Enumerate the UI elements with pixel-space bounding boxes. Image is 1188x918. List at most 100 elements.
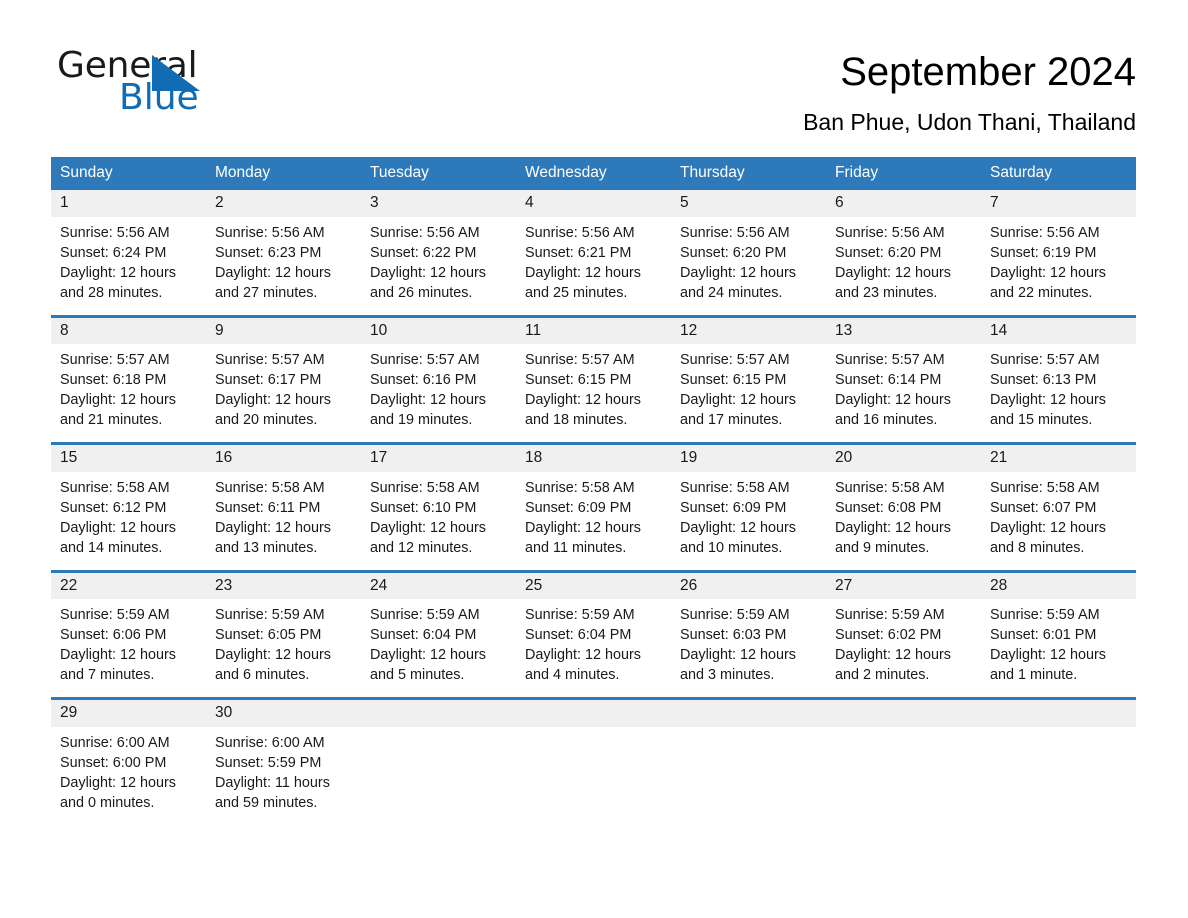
daylight-text-line1: Daylight: 12 hours bbox=[215, 519, 331, 536]
generalblue-logo[interactable]: General Blue bbox=[57, 48, 237, 120]
day-number[interactable]: 13 bbox=[826, 314, 981, 345]
day-cell[interactable]: Sunrise: 5:57 AM Sunset: 6:17 PM Dayligh… bbox=[206, 344, 361, 444]
day-number[interactable]: 1 bbox=[51, 190, 206, 217]
day-number[interactable]: 15 bbox=[51, 442, 206, 472]
day-number[interactable]: 8 bbox=[51, 314, 206, 345]
day-cell[interactable]: Sunrise: 5:57 AM Sunset: 6:13 PM Dayligh… bbox=[981, 344, 1136, 444]
daylight-text-line2: and 8 minutes. bbox=[990, 539, 1085, 556]
day-number[interactable]: 27 bbox=[826, 569, 981, 600]
daylight-text-line2: and 5 minutes. bbox=[370, 667, 465, 684]
day-cell[interactable]: Sunrise: 6:00 AM Sunset: 6:00 PM Dayligh… bbox=[51, 726, 206, 825]
day-cell[interactable]: Sunrise: 5:56 AM Sunset: 6:20 PM Dayligh… bbox=[671, 216, 826, 317]
day-number[interactable]: 2 bbox=[206, 190, 361, 217]
day-cell[interactable]: Sunrise: 5:56 AM Sunset: 6:24 PM Dayligh… bbox=[51, 216, 206, 317]
day-cell-empty bbox=[671, 726, 826, 825]
daylight-text-line1: Daylight: 11 hours bbox=[215, 774, 330, 791]
day-number[interactable]: 19 bbox=[671, 442, 826, 472]
day-number[interactable]: 22 bbox=[51, 569, 206, 600]
daylight-text-line1: Daylight: 12 hours bbox=[680, 392, 796, 409]
day-cell[interactable]: Sunrise: 5:59 AM Sunset: 6:01 PM Dayligh… bbox=[981, 599, 1136, 699]
day-cell[interactable]: Sunrise: 5:59 AM Sunset: 6:04 PM Dayligh… bbox=[361, 599, 516, 699]
week-info-row: Sunrise: 5:58 AM Sunset: 6:12 PM Dayligh… bbox=[51, 471, 1136, 572]
day-number[interactable]: 9 bbox=[206, 314, 361, 345]
day-cell[interactable]: Sunrise: 5:57 AM Sunset: 6:15 PM Dayligh… bbox=[671, 344, 826, 444]
daylight-text-line1: Daylight: 12 hours bbox=[680, 647, 796, 664]
day-number[interactable]: 16 bbox=[206, 442, 361, 472]
day-number[interactable]: 5 bbox=[671, 190, 826, 217]
sunset-text: Sunset: 6:09 PM bbox=[525, 499, 632, 516]
day-cell[interactable]: Sunrise: 5:59 AM Sunset: 6:06 PM Dayligh… bbox=[51, 599, 206, 699]
sunset-text: Sunset: 6:02 PM bbox=[835, 627, 942, 644]
day-number[interactable]: 28 bbox=[981, 569, 1136, 600]
daylight-text-line1: Daylight: 12 hours bbox=[525, 519, 641, 536]
day-number[interactable]: 24 bbox=[361, 569, 516, 600]
day-cell[interactable]: Sunrise: 6:00 AM Sunset: 5:59 PM Dayligh… bbox=[206, 726, 361, 825]
day-number[interactable]: 6 bbox=[826, 190, 981, 217]
day-cell[interactable]: Sunrise: 5:56 AM Sunset: 6:19 PM Dayligh… bbox=[981, 216, 1136, 317]
daylight-text-line1: Daylight: 12 hours bbox=[835, 647, 951, 664]
day-cell[interactable]: Sunrise: 5:57 AM Sunset: 6:14 PM Dayligh… bbox=[826, 344, 981, 444]
day-number[interactable]: 23 bbox=[206, 569, 361, 600]
day-cell[interactable]: Sunrise: 5:58 AM Sunset: 6:08 PM Dayligh… bbox=[826, 471, 981, 572]
sunset-text: Sunset: 6:14 PM bbox=[835, 372, 942, 389]
day-number[interactable]: 12 bbox=[671, 314, 826, 345]
daylight-text-line2: and 16 minutes. bbox=[835, 412, 938, 429]
daylight-text-line1: Daylight: 12 hours bbox=[525, 264, 641, 281]
sunrise-text: Sunrise: 5:58 AM bbox=[60, 479, 170, 496]
day-cell[interactable]: Sunrise: 5:56 AM Sunset: 6:22 PM Dayligh… bbox=[361, 216, 516, 317]
sunset-text: Sunset: 6:08 PM bbox=[835, 499, 942, 516]
day-cell[interactable]: Sunrise: 5:59 AM Sunset: 6:05 PM Dayligh… bbox=[206, 599, 361, 699]
sunset-text: Sunset: 6:00 PM bbox=[60, 754, 167, 771]
day-number[interactable]: 29 bbox=[51, 697, 206, 727]
sunset-text: Sunset: 6:10 PM bbox=[370, 499, 477, 516]
day-cell[interactable]: Sunrise: 5:56 AM Sunset: 6:21 PM Dayligh… bbox=[516, 216, 671, 317]
day-cell[interactable]: Sunrise: 5:58 AM Sunset: 6:10 PM Dayligh… bbox=[361, 471, 516, 572]
day-number[interactable]: 18 bbox=[516, 442, 671, 472]
day-cell[interactable]: Sunrise: 5:57 AM Sunset: 6:16 PM Dayligh… bbox=[361, 344, 516, 444]
sunrise-text: Sunrise: 5:57 AM bbox=[680, 352, 790, 369]
sunset-text: Sunset: 6:12 PM bbox=[60, 499, 167, 516]
daylight-text-line1: Daylight: 12 hours bbox=[215, 392, 331, 409]
day-number[interactable]: 11 bbox=[516, 314, 671, 345]
day-cell[interactable]: Sunrise: 5:56 AM Sunset: 6:23 PM Dayligh… bbox=[206, 216, 361, 317]
day-number[interactable]: 3 bbox=[361, 190, 516, 217]
day-cell[interactable]: Sunrise: 5:57 AM Sunset: 6:18 PM Dayligh… bbox=[51, 344, 206, 444]
day-number[interactable]: 21 bbox=[981, 442, 1136, 472]
day-number[interactable]: 7 bbox=[981, 190, 1136, 217]
day-number[interactable]: 14 bbox=[981, 314, 1136, 345]
week-info-row: Sunrise: 5:59 AM Sunset: 6:06 PM Dayligh… bbox=[51, 599, 1136, 699]
weekday-header-sunday: Sunday bbox=[51, 157, 206, 191]
day-cell[interactable]: Sunrise: 5:58 AM Sunset: 6:12 PM Dayligh… bbox=[51, 471, 206, 572]
day-number[interactable]: 25 bbox=[516, 569, 671, 600]
day-number[interactable]: 26 bbox=[671, 569, 826, 600]
day-cell[interactable]: Sunrise: 5:58 AM Sunset: 6:09 PM Dayligh… bbox=[516, 471, 671, 572]
day-cell[interactable]: Sunrise: 5:57 AM Sunset: 6:15 PM Dayligh… bbox=[516, 344, 671, 444]
sunrise-text: Sunrise: 5:57 AM bbox=[990, 352, 1100, 369]
day-cell[interactable]: Sunrise: 5:58 AM Sunset: 6:11 PM Dayligh… bbox=[206, 471, 361, 572]
day-number[interactable]: 30 bbox=[206, 697, 361, 727]
day-cell-empty bbox=[981, 726, 1136, 825]
day-cell[interactable]: Sunrise: 5:59 AM Sunset: 6:03 PM Dayligh… bbox=[671, 599, 826, 699]
day-cell[interactable]: Sunrise: 5:58 AM Sunset: 6:07 PM Dayligh… bbox=[981, 471, 1136, 572]
day-number[interactable]: 20 bbox=[826, 442, 981, 472]
day-cell[interactable]: Sunrise: 5:58 AM Sunset: 6:09 PM Dayligh… bbox=[671, 471, 826, 572]
day-cell[interactable]: Sunrise: 5:59 AM Sunset: 6:02 PM Dayligh… bbox=[826, 599, 981, 699]
week-daynum-row: 22 23 24 25 26 27 28 bbox=[51, 569, 1136, 600]
sunrise-text: Sunrise: 5:58 AM bbox=[525, 479, 635, 496]
day-number[interactable]: 17 bbox=[361, 442, 516, 472]
sunrise-text: Sunrise: 5:58 AM bbox=[370, 479, 480, 496]
day-number[interactable]: 4 bbox=[516, 190, 671, 217]
location-subtitle: Ban Phue, Udon Thani, Thailand bbox=[803, 108, 1136, 135]
sunrise-text: Sunrise: 5:57 AM bbox=[525, 352, 635, 369]
daylight-text-line1: Daylight: 12 hours bbox=[215, 647, 331, 664]
day-number[interactable]: 10 bbox=[361, 314, 516, 345]
page-title: September 2024 bbox=[840, 50, 1136, 94]
daylight-text-line1: Daylight: 12 hours bbox=[370, 392, 486, 409]
sunset-text: Sunset: 5:59 PM bbox=[215, 754, 322, 771]
day-cell[interactable]: Sunrise: 5:56 AM Sunset: 6:20 PM Dayligh… bbox=[826, 216, 981, 317]
daylight-text-line1: Daylight: 12 hours bbox=[990, 392, 1106, 409]
daylight-text-line2: and 7 minutes. bbox=[60, 667, 155, 684]
sunrise-text: Sunrise: 5:58 AM bbox=[990, 479, 1100, 496]
day-cell[interactable]: Sunrise: 5:59 AM Sunset: 6:04 PM Dayligh… bbox=[516, 599, 671, 699]
weekday-header-friday: Friday bbox=[826, 157, 981, 191]
